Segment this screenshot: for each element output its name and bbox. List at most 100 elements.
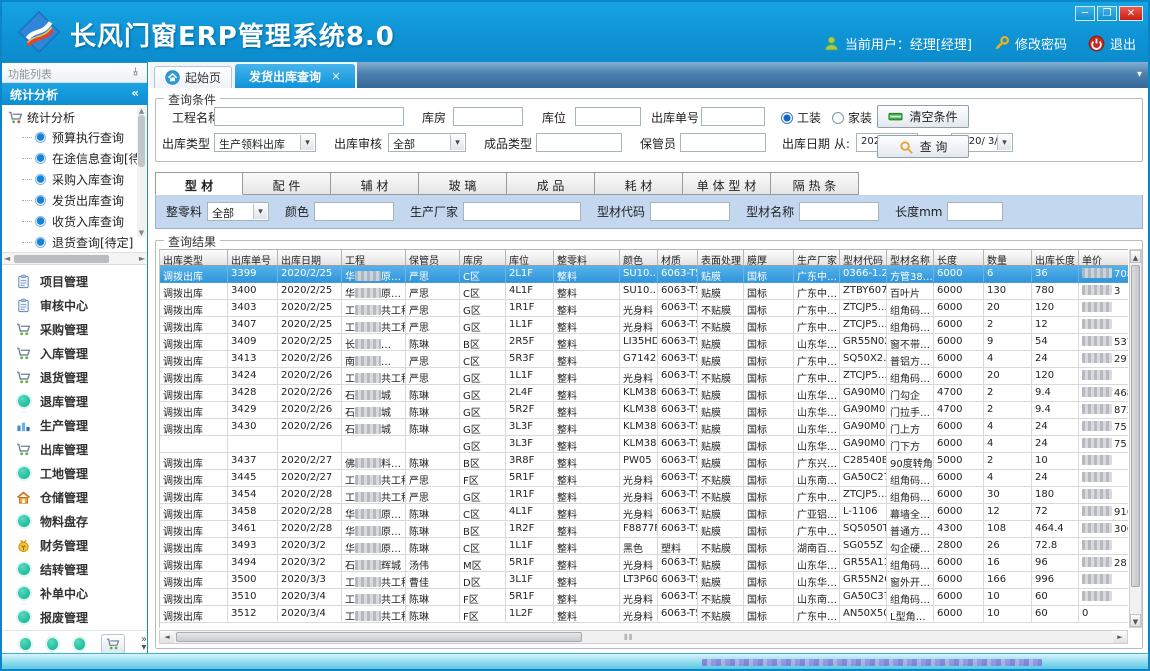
- grid-row[interactable]: 调拨出库34542020/2/28工共工程严思G区1R1F整料光身料6063-T…: [160, 487, 1128, 504]
- material-tab-3[interactable]: 辅 材: [331, 172, 419, 195]
- grid-row[interactable]: 调拨出库34282020/2/26石城陈琳G区2L4F整料KLM38176063…: [160, 385, 1128, 402]
- sidebar-item-supplement-center[interactable]: 补单中心: [2, 581, 147, 605]
- tab-home[interactable]: 起始页: [154, 66, 232, 88]
- sidebar-item-production-management[interactable]: 生产管理: [2, 413, 147, 437]
- sidebar-item-warehouse-management[interactable]: 仓储管理: [2, 485, 147, 509]
- grid-header-film[interactable]: 膜厚: [744, 249, 794, 266]
- scroll-down-icon[interactable]: ▼: [1130, 614, 1141, 627]
- sidebar-item-finance-management[interactable]: 财务管理: [2, 533, 147, 557]
- sidebar-item-return-warehouse-management[interactable]: 退库管理: [2, 389, 147, 413]
- more-modules-button[interactable]: »▾: [141, 636, 147, 652]
- grid-row[interactable]: 调拨出库34292020/2/26石城陈琳G区5R2F整料KLM38176063…: [160, 402, 1128, 419]
- grid-header-whole[interactable]: 整零料: [554, 249, 620, 266]
- sidebar-section-header[interactable]: 统计分析 «: [2, 83, 147, 105]
- length-input[interactable]: [947, 202, 1003, 221]
- grid-row[interactable]: 调拨出库35102020/3/4工共工程陈琳F区5R1F整料光身料6063-T5…: [160, 589, 1128, 606]
- grid-row[interactable]: 调拨出库34612020/2/28华原…陈琳B区1R2F整料F8877FT606…: [160, 521, 1128, 538]
- module-dot-icon[interactable]: [74, 638, 85, 650]
- material-tab-7[interactable]: 单 体 型 材: [683, 172, 771, 195]
- tree-item[interactable]: 在途信息查询[待: [8, 148, 147, 169]
- color-input[interactable]: [314, 202, 394, 221]
- profile-code-input[interactable]: [650, 202, 730, 221]
- tree-root[interactable]: 统计分析: [8, 107, 147, 127]
- whole-piece-select[interactable]: 全部: [207, 202, 269, 221]
- scroll-up-icon[interactable]: ▲: [137, 107, 146, 115]
- grid-row[interactable]: 调拨出库34582020/2/28华原…陈琳C区4L1F整料光身料6063-T5…: [160, 504, 1128, 521]
- sidebar-item-purchasing-management[interactable]: 采购管理: [2, 317, 147, 341]
- grid-header-qty[interactable]: 数量: [984, 249, 1032, 266]
- tree-item[interactable]: 预算执行查询: [8, 127, 147, 148]
- grid-row[interactable]: G区3L3F整料KLM38176063-T5贴膜国标山东华…GA90M09.门下…: [160, 436, 1128, 453]
- grid-header-maker[interactable]: 生产厂家: [794, 249, 840, 266]
- sidebar-item-returns-management[interactable]: 退货管理: [2, 365, 147, 389]
- scroll-right-icon[interactable]: ►: [1113, 631, 1127, 643]
- grid-header-loc[interactable]: 库位: [506, 249, 554, 266]
- grid-header-len[interactable]: 长度: [934, 249, 984, 266]
- material-tab-5[interactable]: 成 品: [507, 172, 595, 195]
- grid-header-mat[interactable]: 材质: [658, 249, 698, 266]
- tab-overflow-icon[interactable]: ▾: [1137, 69, 1142, 80]
- material-tab-4[interactable]: 玻 璃: [419, 172, 507, 195]
- sidebar-item-audit-center[interactable]: 审核中心: [2, 293, 147, 317]
- module-cart-button[interactable]: [101, 634, 125, 654]
- location-input[interactable]: [575, 107, 641, 126]
- grid-row[interactable]: 调拨出库35122020/3/4工共工程陈琳F区1L2F整料光身料6063-T5…: [160, 606, 1128, 623]
- sidebar-item-inbound-management[interactable]: 入库管理: [2, 341, 147, 365]
- grid-header-keeper[interactable]: 保管员: [406, 249, 460, 266]
- grid-header-code[interactable]: 型材代码: [840, 249, 887, 266]
- grid-header-surf[interactable]: 表面处理: [698, 249, 744, 266]
- scroll-left-icon[interactable]: ◄: [4, 254, 10, 263]
- outbound-type-select[interactable]: 生产领料出库: [214, 133, 316, 152]
- grid-header-proj[interactable]: 工程: [342, 249, 406, 266]
- material-tab-1[interactable]: 型 材: [155, 172, 243, 195]
- grid-row[interactable]: 调拨出库34302020/2/26石城陈琳G区3L3F整料KLM38176063…: [160, 419, 1128, 436]
- pin-icon[interactable]: [130, 66, 141, 79]
- grid-row[interactable]: 调拨出库34132020/2/26南…严思C区5R3F整料G714226063-…: [160, 351, 1128, 368]
- scroll-up-icon[interactable]: ▲: [1130, 250, 1141, 263]
- scroll-left-icon[interactable]: ◄: [160, 631, 174, 643]
- clear-conditions-button[interactable]: 清空条件: [877, 105, 969, 128]
- grid-header-outlen[interactable]: 出库长度: [1032, 249, 1079, 266]
- grid-row[interactable]: 调拨出库34932020/3/2华原…陈琳C区1L1F整料黑色塑料不贴膜国标湖南…: [160, 538, 1128, 555]
- tree-item[interactable]: 收货入库查询: [8, 211, 147, 232]
- material-tab-6[interactable]: 耗 材: [595, 172, 683, 195]
- project-name-input[interactable]: [214, 107, 404, 126]
- grid-row[interactable]: 调拨出库34002020/2/25华原…严思C区4L1F整料SU10…6063-…: [160, 283, 1128, 300]
- grid-header-no[interactable]: 出库单号: [228, 249, 278, 266]
- sidebar-item-material-inventory[interactable]: 物料盘存: [2, 509, 147, 533]
- sidebar-item-carryover-management[interactable]: 结转管理: [2, 557, 147, 581]
- product-type-input[interactable]: [536, 133, 622, 152]
- grid-row[interactable]: 调拨出库34242020/2/26工共工程严思G区1L1F整料光身料6063-T…: [160, 368, 1128, 385]
- grid-row[interactable]: 调拨出库34072020/2/25工共工程严思G区1L1F整料光身料6063-T…: [160, 317, 1128, 334]
- grid-row[interactable]: 调拨出库34032020/2/25工共工程严思G区1R1F整料光身料6063-T…: [160, 300, 1128, 317]
- module-dot-icon[interactable]: [20, 638, 31, 650]
- profile-name-input[interactable]: [799, 202, 879, 221]
- tree-vertical-scrollbar[interactable]: ▲ ▼: [137, 107, 146, 237]
- material-tab-2[interactable]: 配 件: [243, 172, 331, 195]
- scrollbar-thumb[interactable]: [138, 115, 145, 167]
- grid-header-type[interactable]: 出库类型: [160, 249, 228, 266]
- module-dot-icon[interactable]: [47, 638, 58, 650]
- collapse-icon[interactable]: «: [131, 86, 139, 102]
- sidebar-item-outbound-management[interactable]: 出库管理: [2, 437, 147, 461]
- keeper-input[interactable]: [680, 133, 766, 152]
- grid-row[interactable]: 调拨出库34092020/2/25长…陈琳B区2R5F整料LI35HD6063-…: [160, 334, 1128, 351]
- tree-horizontal-scrollbar[interactable]: ◄ ►: [2, 253, 147, 265]
- grid-header-name[interactable]: 型材名称: [887, 249, 934, 266]
- manufacturer-input[interactable]: [463, 202, 581, 221]
- sidebar-item-site-management[interactable]: 工地管理: [2, 461, 147, 485]
- close-button[interactable]: ✕: [1119, 6, 1143, 21]
- grid-row[interactable]: 调拨出库34942020/3/2石辉城汤伟M区5R1F整料光身料6063-T5贴…: [160, 555, 1128, 572]
- scroll-down-icon[interactable]: ▼: [137, 229, 146, 237]
- scrollbar-thumb[interactable]: [14, 255, 109, 263]
- sidebar-item-scrap-management[interactable]: 报废管理: [2, 605, 147, 629]
- grid-header-wh[interactable]: 库房: [460, 249, 506, 266]
- grid-vertical-scrollbar[interactable]: ▲ ▼: [1129, 249, 1142, 628]
- grid-header-date[interactable]: 出库日期: [278, 249, 342, 266]
- minimize-button[interactable]: ─: [1075, 6, 1095, 21]
- grid-horizontal-scrollbar[interactable]: ◄ ⦀⦀ ►: [159, 630, 1128, 644]
- material-tab-8[interactable]: 隔 热 条: [771, 172, 859, 195]
- tab-shipment-outbound-query[interactable]: 发货出库查询 ×: [235, 64, 355, 88]
- maximize-button[interactable]: ❐: [1097, 6, 1117, 21]
- search-button[interactable]: 查 询: [877, 135, 969, 158]
